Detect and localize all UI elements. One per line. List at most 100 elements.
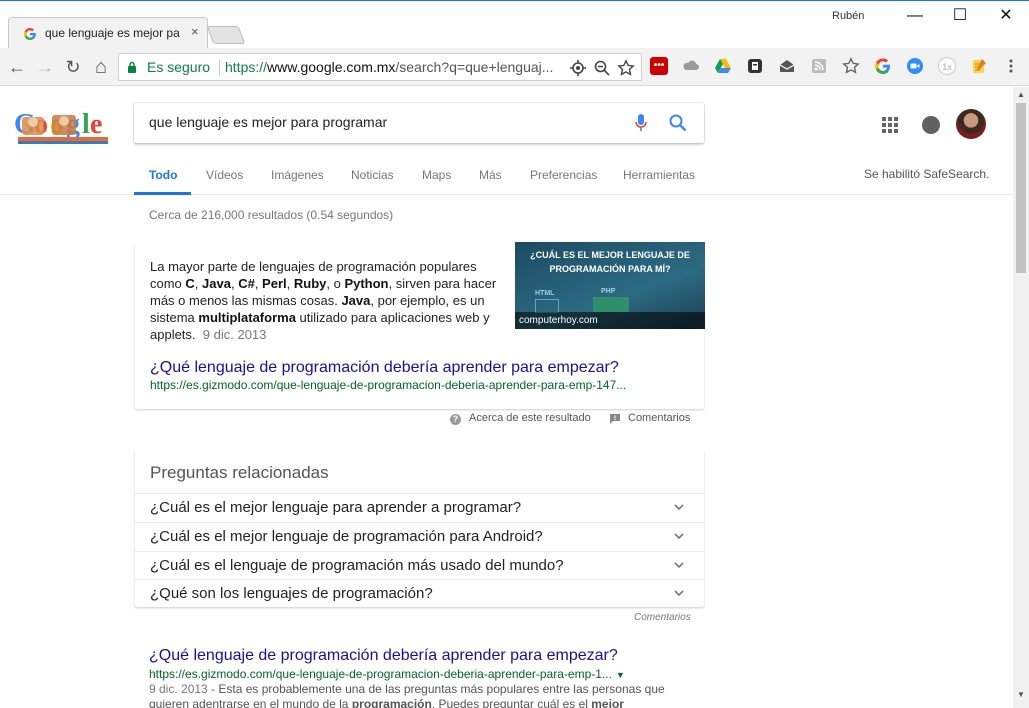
url-dropdown-icon[interactable]: ▼ <box>616 670 625 680</box>
related-feedback-link[interactable]: Comentarios <box>634 612 691 623</box>
svg-text:l: l <box>82 109 90 140</box>
url-scheme: https:// <box>225 59 268 75</box>
1x-icon[interactable]: 1x <box>938 57 956 75</box>
snippet-bold: multiplataforma <box>198 310 296 325</box>
related-questions: Preguntas relacionadas ¿Cuál es el mejor… <box>135 449 705 608</box>
snippet-text: , o <box>326 276 345 291</box>
tab-tools[interactable]: Herramientas <box>623 168 695 182</box>
browser-window: que lenguaje es mejor pa × Rubén — ☐ ✕ ←… <box>0 0 1029 708</box>
avatar[interactable] <box>956 109 986 139</box>
featured-snippet: La mayor parte de lenguajes de programac… <box>135 242 705 409</box>
evernote-icon[interactable] <box>746 57 764 75</box>
address-bar[interactable]: Es seguro https://www.google.com.mx/sear… <box>118 53 642 81</box>
scroll-down-icon[interactable]: ▼ <box>1013 687 1029 703</box>
forward-icon[interactable]: → <box>34 56 56 78</box>
notes-icon[interactable] <box>970 57 988 75</box>
apps-grid-icon[interactable] <box>881 116 899 134</box>
tab-more[interactable]: Más <box>479 168 502 182</box>
home-icon[interactable]: ⌂ <box>90 56 112 78</box>
microphone-icon[interactable] <box>634 113 648 133</box>
tab-settings[interactable]: Preferencias <box>530 168 597 182</box>
safesearch-status: Se habilitó SafeSearch. <box>864 167 990 181</box>
result-snippet: 9 dic. 2013 - Esta es probablemente una … <box>149 682 669 708</box>
snippet-date: 9 dic. 2013 <box>202 327 267 342</box>
menu-icon[interactable] <box>1002 57 1020 75</box>
star-icon[interactable] <box>842 57 860 75</box>
related-question[interactable]: ¿Cuál es el mejor lenguaje de programaci… <box>135 522 705 551</box>
scroll-up-icon[interactable]: ▲ <box>1013 87 1029 103</box>
tab-maps[interactable]: Maps <box>422 168 451 182</box>
minimize-icon[interactable]: — <box>892 5 938 29</box>
snippet-bold: programación <box>351 697 432 708</box>
snippet-bold: C <box>185 276 195 291</box>
browser-tab[interactable]: que lenguaje es mejor pa × <box>8 17 208 49</box>
notifications-icon[interactable] <box>922 116 940 134</box>
snippet-bold: Java <box>202 276 231 291</box>
search-icon[interactable] <box>668 113 688 133</box>
mail-icon[interactable] <box>778 57 796 75</box>
svg-text:e: e <box>90 109 102 140</box>
featured-result-link[interactable]: ¿Qué lenguaje de programación debería ap… <box>150 359 619 377</box>
about-result-link[interactable]: Acerca de este resultado <box>469 412 591 424</box>
scroll-thumb[interactable] <box>1016 103 1026 273</box>
url-text[interactable]: https://www.google.com.mx/search?q=que+l… <box>225 59 557 75</box>
omnibox-divider <box>219 59 220 76</box>
related-question-text: ¿Qué son los lenguajes de programación? <box>150 585 433 602</box>
result-url-text: https://es.gizmodo.com/que-lenguaje-de-p… <box>149 667 612 681</box>
related-question-text: ¿Cuál es el lenguaje de programación más… <box>150 557 564 574</box>
rss-icon[interactable] <box>810 57 828 75</box>
snippet-bold: Python <box>344 276 389 291</box>
location-icon[interactable] <box>569 59 587 77</box>
featured-image[interactable]: ¿CUÁL ES EL MEJOR LENGUAJE DE PROGRAMACI… <box>515 242 705 329</box>
related-question[interactable]: ¿Qué son los lenguajes de programación? <box>135 579 705 608</box>
zoom-icon[interactable] <box>906 57 924 75</box>
featured-snippet-text: La mayor parte de lenguajes de programac… <box>150 258 500 343</box>
feedback-link[interactable]: Comentarios <box>628 412 690 424</box>
related-question-text: ¿Cuál es el mejor lenguaje de programaci… <box>150 528 543 545</box>
maximize-icon[interactable]: ☐ <box>937 5 983 29</box>
snippet-bold: Ruby <box>293 276 327 291</box>
chevron-down-icon <box>674 590 684 597</box>
chevron-down-icon <box>674 504 684 511</box>
google-icon[interactable] <box>874 57 892 75</box>
zoom-out-icon[interactable] <box>593 59 611 77</box>
image-decoration <box>535 299 559 313</box>
title-bar: que lenguaje es mejor pa × Rubén — ☐ ✕ <box>0 0 1029 49</box>
feedback-icon <box>610 414 620 424</box>
search-box[interactable]: que lenguaje es mejor para programar <box>134 103 704 143</box>
lock-icon <box>128 61 136 73</box>
back-icon[interactable]: ← <box>6 56 28 78</box>
secure-label: Es seguro <box>147 59 211 75</box>
question-help-icon: ? <box>450 414 461 425</box>
search-input[interactable]: que lenguaje es mejor para programar <box>149 114 387 130</box>
image-label-php: PHP <box>601 288 616 295</box>
url-host: www.google.com.mx <box>267 59 396 75</box>
close-window-icon[interactable]: ✕ <box>983 5 1029 29</box>
featured-result-url: https://es.gizmodo.com/que-lenguaje-de-p… <box>150 378 627 392</box>
chevron-down-icon <box>674 533 684 540</box>
cloud-icon[interactable] <box>682 57 700 75</box>
lastpass-icon[interactable]: ••• <box>650 57 668 75</box>
related-question[interactable]: ¿Cuál es el lenguaje de programación más… <box>135 551 705 580</box>
tab-images[interactable]: Imágenes <box>271 168 324 182</box>
related-questions-title: Preguntas relacionadas <box>150 463 329 482</box>
drive-icon[interactable] <box>714 57 732 75</box>
bookmark-star-icon[interactable] <box>617 59 635 77</box>
tab-videos[interactable]: Vídeos <box>206 168 243 182</box>
new-tab-button[interactable] <box>206 26 246 44</box>
browser-toolbar: ← → ↻ ⌂ Es seguro https://www.google.com… <box>0 48 1029 86</box>
related-question[interactable]: ¿Cuál es el mejor lenguaje para aprender… <box>135 493 705 522</box>
result-title-link[interactable]: ¿Qué lenguaje de programación debería ap… <box>149 647 618 665</box>
tab-news[interactable]: Noticias <box>351 168 394 182</box>
related-question-text: ¿Cuál es el mejor lenguaje para aprender… <box>150 499 522 516</box>
reload-icon[interactable]: ↻ <box>62 56 84 78</box>
vertical-scrollbar[interactable]: ▲ ▼ <box>1013 87 1029 708</box>
tab-todo[interactable]: Todo <box>149 168 177 182</box>
profile-name[interactable]: Rubén <box>832 10 864 22</box>
snippet-bold: Perl <box>262 276 287 291</box>
image-decoration <box>593 297 629 312</box>
google-doodle-logo[interactable]: G o o g l e <box>14 103 118 147</box>
tab-close-icon[interactable]: × <box>191 24 199 39</box>
active-tab-indicator <box>134 192 191 195</box>
snippet-bold: C# <box>238 276 255 291</box>
